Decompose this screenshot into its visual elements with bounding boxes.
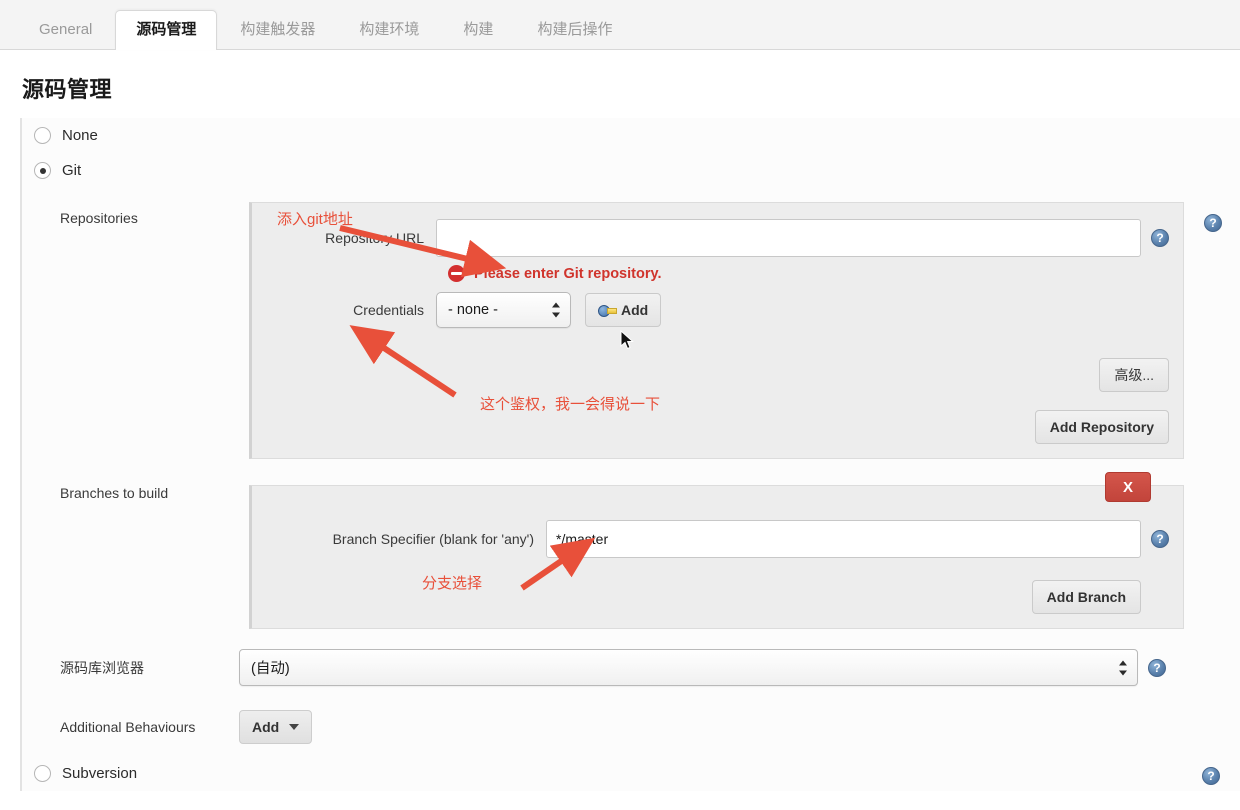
credentials-select[interactable]: - none - bbox=[436, 292, 571, 328]
repository-browser-value: (自动) bbox=[251, 661, 290, 677]
radio-subversion[interactable] bbox=[34, 765, 51, 782]
add-repository-button[interactable]: Add Repository bbox=[1034, 410, 1169, 444]
help-icon-repository-url[interactable]: ? bbox=[1151, 229, 1169, 247]
page-content: 源码管理 None Git Repositories ? Repository … bbox=[0, 50, 1240, 810]
credentials-label: Credentials bbox=[353, 302, 424, 318]
radio-git[interactable] bbox=[34, 162, 51, 179]
add-credentials-button[interactable]: Add bbox=[585, 293, 662, 327]
radio-none-label: None bbox=[62, 127, 98, 144]
page-title: 源码管理 bbox=[22, 77, 113, 102]
add-branch-button[interactable]: Add Branch bbox=[1031, 580, 1141, 614]
branch-specifier-label: Branch Specifier (blank for 'any') bbox=[332, 531, 534, 547]
scm-option-git[interactable]: Git bbox=[22, 153, 1240, 188]
credentials-select-value: - none - bbox=[448, 302, 498, 318]
repository-browser-row: 源码库浏览器 (自动) ? bbox=[34, 637, 1240, 698]
radio-subversion-label: Subversion bbox=[62, 765, 138, 782]
additional-behaviours-field: Add bbox=[239, 710, 1184, 744]
help-icon-branch-specifier[interactable]: ? bbox=[1151, 530, 1169, 548]
repository-url-row: Repository URL ? bbox=[266, 219, 1169, 257]
credentials-row: Credentials - none - Add bbox=[266, 292, 1169, 328]
branch-specifier-input[interactable] bbox=[546, 520, 1141, 558]
branches-label: Branches to build bbox=[60, 485, 169, 501]
help-icon-repository-browser[interactable]: ? bbox=[1148, 658, 1166, 677]
repositories-field: ? Repository URL ? Please enter Git repo… bbox=[239, 192, 1240, 467]
tab-build-environment[interactable]: 构建环境 bbox=[338, 10, 440, 50]
repository-browser-label: 源码库浏览器 bbox=[60, 659, 144, 676]
select-arrows-icon bbox=[552, 302, 561, 319]
scm-option-subversion[interactable]: Subversion ? bbox=[22, 756, 1240, 791]
scm-radio-block: None Git Repositories ? Repository URL ?… bbox=[20, 118, 1240, 791]
additional-behaviours-label: Additional Behaviours bbox=[60, 719, 196, 735]
repository-browser-field: (自动) ? bbox=[239, 649, 1184, 686]
advanced-button[interactable]: 高级... bbox=[1099, 358, 1169, 392]
add-branch-row: Add Branch bbox=[266, 580, 1169, 614]
select-arrows-icon-browser bbox=[1119, 659, 1128, 676]
add-credentials-label: Add bbox=[621, 302, 649, 318]
repositories-label: Repositories bbox=[60, 210, 138, 226]
branch-specifier-row: Branch Specifier (blank for 'any') ? bbox=[266, 520, 1169, 558]
error-message: Please enter Git repository. bbox=[474, 265, 662, 282]
help-icon-subversion[interactable]: ? bbox=[1202, 767, 1220, 785]
radio-git-label: Git bbox=[62, 162, 82, 179]
git-config-body: Repositories ? Repository URL ? Please e… bbox=[22, 188, 1240, 756]
add-behaviour-dropdown[interactable]: Add bbox=[239, 710, 313, 744]
key-icon bbox=[598, 304, 617, 317]
chevron-down-icon bbox=[289, 724, 300, 730]
branch-panel: X Branch Specifier (blank for 'any') ? A… bbox=[249, 472, 1184, 629]
tab-build-triggers[interactable]: 构建触发器 bbox=[219, 10, 336, 50]
radio-none[interactable] bbox=[34, 127, 51, 144]
scm-option-none[interactable]: None bbox=[22, 118, 1240, 153]
additional-behaviours-row: Additional Behaviours Add bbox=[34, 698, 1240, 756]
add-behaviour-label: Add bbox=[252, 719, 280, 735]
repository-browser-select[interactable]: (自动) bbox=[239, 649, 1138, 686]
repository-url-input[interactable] bbox=[436, 219, 1141, 257]
error-icon bbox=[448, 265, 465, 282]
repositories-row: Repositories ? Repository URL ? Please e… bbox=[34, 192, 1240, 467]
repository-url-label: Repository URL bbox=[325, 230, 424, 246]
add-repository-row: Add Repository bbox=[266, 410, 1169, 444]
tab-general[interactable]: General bbox=[18, 10, 113, 50]
tab-source-code-management[interactable]: 源码管理 bbox=[115, 10, 218, 50]
help-icon-repositories[interactable]: ? bbox=[1204, 214, 1222, 232]
advanced-row: 高级... bbox=[266, 358, 1169, 392]
branches-field: X Branch Specifier (blank for 'any') ? A… bbox=[239, 467, 1240, 637]
delete-branch-button[interactable]: X bbox=[1105, 472, 1151, 502]
repository-panel: Repository URL ? Please enter Git reposi… bbox=[249, 202, 1184, 459]
repository-url-error: Please enter Git repository. bbox=[448, 265, 1169, 282]
branches-row: Branches to build X Branch Specifier (bl… bbox=[34, 467, 1240, 637]
tab-bar: General 源码管理 构建触发器 构建环境 构建 构建后操作 bbox=[0, 0, 1240, 50]
tab-build[interactable]: 构建 bbox=[442, 10, 514, 50]
tab-post-build-actions[interactable]: 构建后操作 bbox=[516, 10, 633, 50]
